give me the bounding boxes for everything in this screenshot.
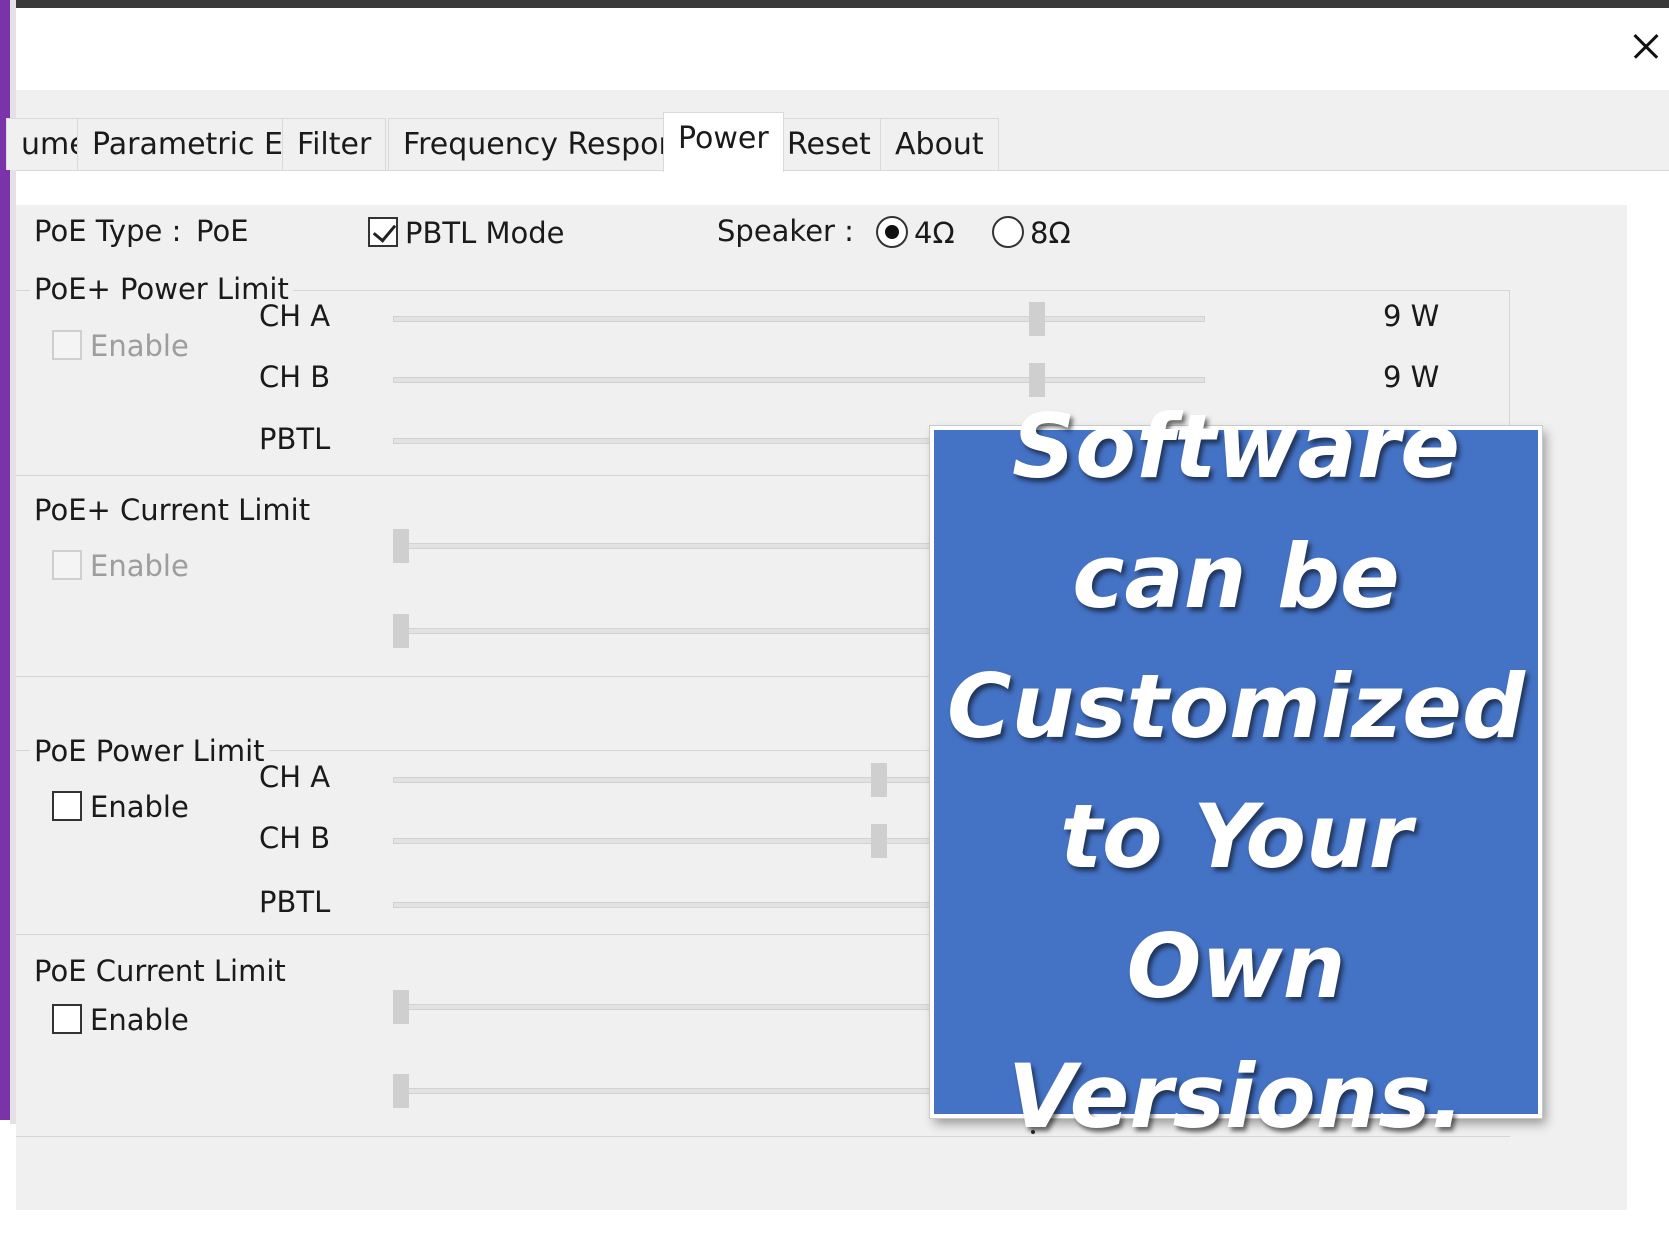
- poe-plus-ch-a-track: [393, 316, 1205, 322]
- title-bar: [16, 8, 1669, 90]
- poe-type-label: PoE Type :: [34, 214, 182, 248]
- poe-ch-a-label: CH A: [259, 760, 331, 794]
- speaker-8ohm-label: 8Ω: [1030, 216, 1071, 250]
- poe-current-limit-title: PoE Current Limit: [30, 954, 290, 988]
- poe-plus-current-slider-2[interactable]: [393, 614, 409, 648]
- poe-pbtl-label: PBTL: [259, 885, 331, 919]
- tab-reset[interactable]: Reset: [772, 118, 886, 170]
- poe-plus-power-enable-label: Enable: [90, 329, 189, 363]
- speaker-label: Speaker :: [717, 214, 854, 248]
- poe-plus-ch-a-label: CH A: [259, 299, 331, 333]
- speaker-4ohm-label: 4Ω: [914, 216, 955, 250]
- promo-line-2: can be: [1072, 525, 1400, 628]
- poe-plus-current-enable-label: Enable: [90, 549, 189, 583]
- poe-power-enable-checkbox[interactable]: [52, 791, 82, 821]
- poe-plus-current-limit-title: PoE+ Current Limit: [30, 493, 315, 527]
- poe-plus-ch-b-label: CH B: [259, 360, 331, 394]
- promo-callout-box: Software can be Customized to Your Own V…: [930, 395, 1542, 1148]
- poe-current-slider-1[interactable]: [393, 990, 409, 1024]
- promo-line-1: Software: [1012, 395, 1460, 498]
- poe-current-slider-2[interactable]: [393, 1074, 409, 1108]
- promo-callout-text: Software can be Customized to Your Own V…: [934, 382, 1538, 1162]
- stray-dot: [1031, 1130, 1035, 1134]
- tab-power[interactable]: Power: [663, 112, 784, 172]
- poe-plus-power-enable-checkbox[interactable]: [52, 330, 82, 360]
- poe-power-limit-title: PoE Power Limit: [30, 734, 269, 768]
- speaker-8ohm-radio[interactable]: [992, 216, 1024, 248]
- pbtl-mode-checkbox[interactable]: [368, 217, 398, 247]
- speaker-4ohm-radio[interactable]: [876, 216, 908, 248]
- poe-current-enable-checkbox[interactable]: [52, 1004, 82, 1034]
- poe-plus-current-enable-checkbox[interactable]: [52, 550, 82, 580]
- poe-power-enable-label: Enable: [90, 790, 189, 824]
- poe-ch-b-slider[interactable]: [871, 824, 887, 858]
- poe-plus-power-limit-title: PoE+ Power Limit: [30, 272, 293, 306]
- poe-plus-current-slider-1[interactable]: [393, 529, 409, 563]
- tab-filter[interactable]: Filter: [282, 118, 387, 170]
- poe-plus-ch-a-slider[interactable]: [1029, 302, 1045, 336]
- promo-line-5: Versions.: [1007, 1045, 1465, 1148]
- poe-plus-ch-a-value: 9 W: [1383, 299, 1440, 333]
- close-icon[interactable]: [1625, 22, 1665, 70]
- poe-type-value: PoE: [196, 214, 249, 248]
- poe-plus-pbtl-label: PBTL: [259, 422, 331, 456]
- poe-current-enable-label: Enable: [90, 1003, 189, 1037]
- promo-line-3: Customized: [947, 655, 1525, 758]
- window-top-border: [16, 0, 1669, 8]
- pbtl-mode-label: PBTL Mode: [405, 216, 565, 250]
- poe-ch-b-label: CH B: [259, 821, 331, 855]
- tab-about[interactable]: About: [880, 118, 999, 170]
- poe-ch-a-slider[interactable]: [871, 763, 887, 797]
- promo-line-4: to Your Own: [1059, 785, 1413, 1018]
